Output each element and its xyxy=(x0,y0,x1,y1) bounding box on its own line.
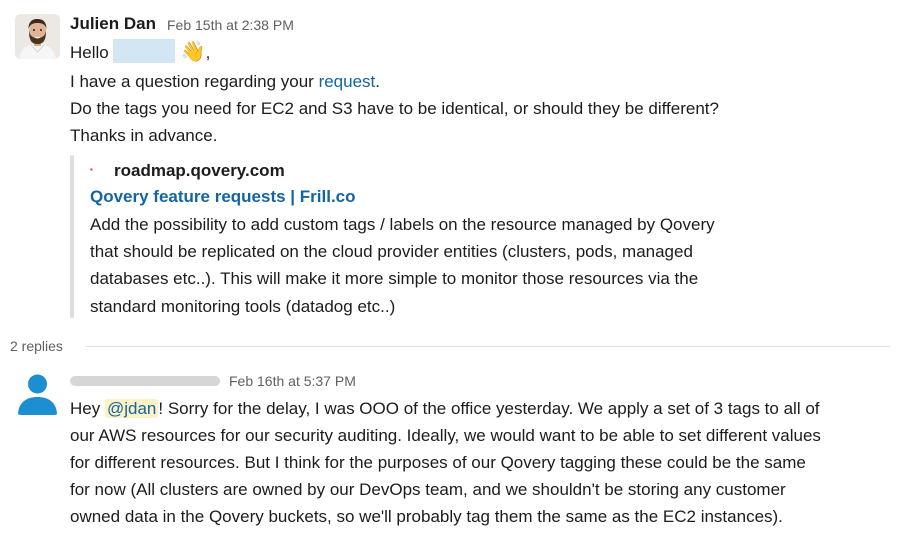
author-avatar[interactable] xyxy=(15,14,60,59)
generic-user-icon xyxy=(18,374,57,415)
message-line: Hey @jdan! Sorry for the delay, I was OO… xyxy=(70,395,820,422)
unfurl-description-line: Add the possibility to add custom tags /… xyxy=(90,215,715,234)
line-text: Hey xyxy=(70,399,105,418)
attachment-bar xyxy=(70,155,74,318)
message-timestamp[interactable]: Feb 15th at 2:38 PM xyxy=(167,17,294,33)
unfurl-description-line: that should be replicated on the cloud p… xyxy=(90,242,693,261)
reply-timestamp[interactable]: Feb 16th at 5:37 PM xyxy=(229,373,356,389)
unfurl-description-line: standard monitoring tools (datadog etc..… xyxy=(90,297,396,316)
author-name[interactable]: Julien Dan xyxy=(70,14,156,34)
message-line: for now (All clusters are owned by our D… xyxy=(70,480,786,499)
person-photo-icon xyxy=(15,14,60,59)
site-favicon-icon: ▪ xyxy=(90,165,93,174)
greeting-comma: , xyxy=(205,43,211,62)
unfurl-description-line: databases etc..). This will make it more… xyxy=(90,269,699,288)
unfurl-site[interactable]: ▪ roadmap.qovery.com xyxy=(90,156,285,184)
line-text: ! Sorry for the delay, I was OOO of the … xyxy=(158,399,820,418)
message-line: I have a question regarding your request… xyxy=(70,68,380,95)
reply-author-avatar[interactable] xyxy=(15,370,60,415)
greeting-text: Hello xyxy=(70,43,109,62)
user-mention[interactable]: @jdan xyxy=(104,399,159,418)
replies-count[interactable]: 2 replies xyxy=(10,338,63,354)
thread-divider xyxy=(85,346,890,347)
message-line: for different resources. But I think for… xyxy=(70,453,806,472)
redacted-name-blur xyxy=(112,39,175,63)
line-text: . xyxy=(375,72,380,91)
message-line: Hello 👋, xyxy=(70,39,210,66)
waving-hand-emoji: 👋 xyxy=(180,41,206,63)
message-line: Thanks in advance. xyxy=(70,126,218,145)
message-line: Do the tags you need for EC2 and S3 have… xyxy=(70,99,719,118)
request-link[interactable]: request xyxy=(319,72,376,91)
message-line: owned data in the Qovery buckets, so we'… xyxy=(70,507,783,526)
redacted-author-name xyxy=(70,376,220,386)
unfurl-site-name: roadmap.qovery.com xyxy=(114,161,285,180)
unfurl-title-link[interactable]: Qovery feature requests | Frill.co xyxy=(90,183,356,210)
message-line: our AWS resources for our security audit… xyxy=(70,426,821,445)
line-text: I have a question regarding your xyxy=(70,72,319,91)
